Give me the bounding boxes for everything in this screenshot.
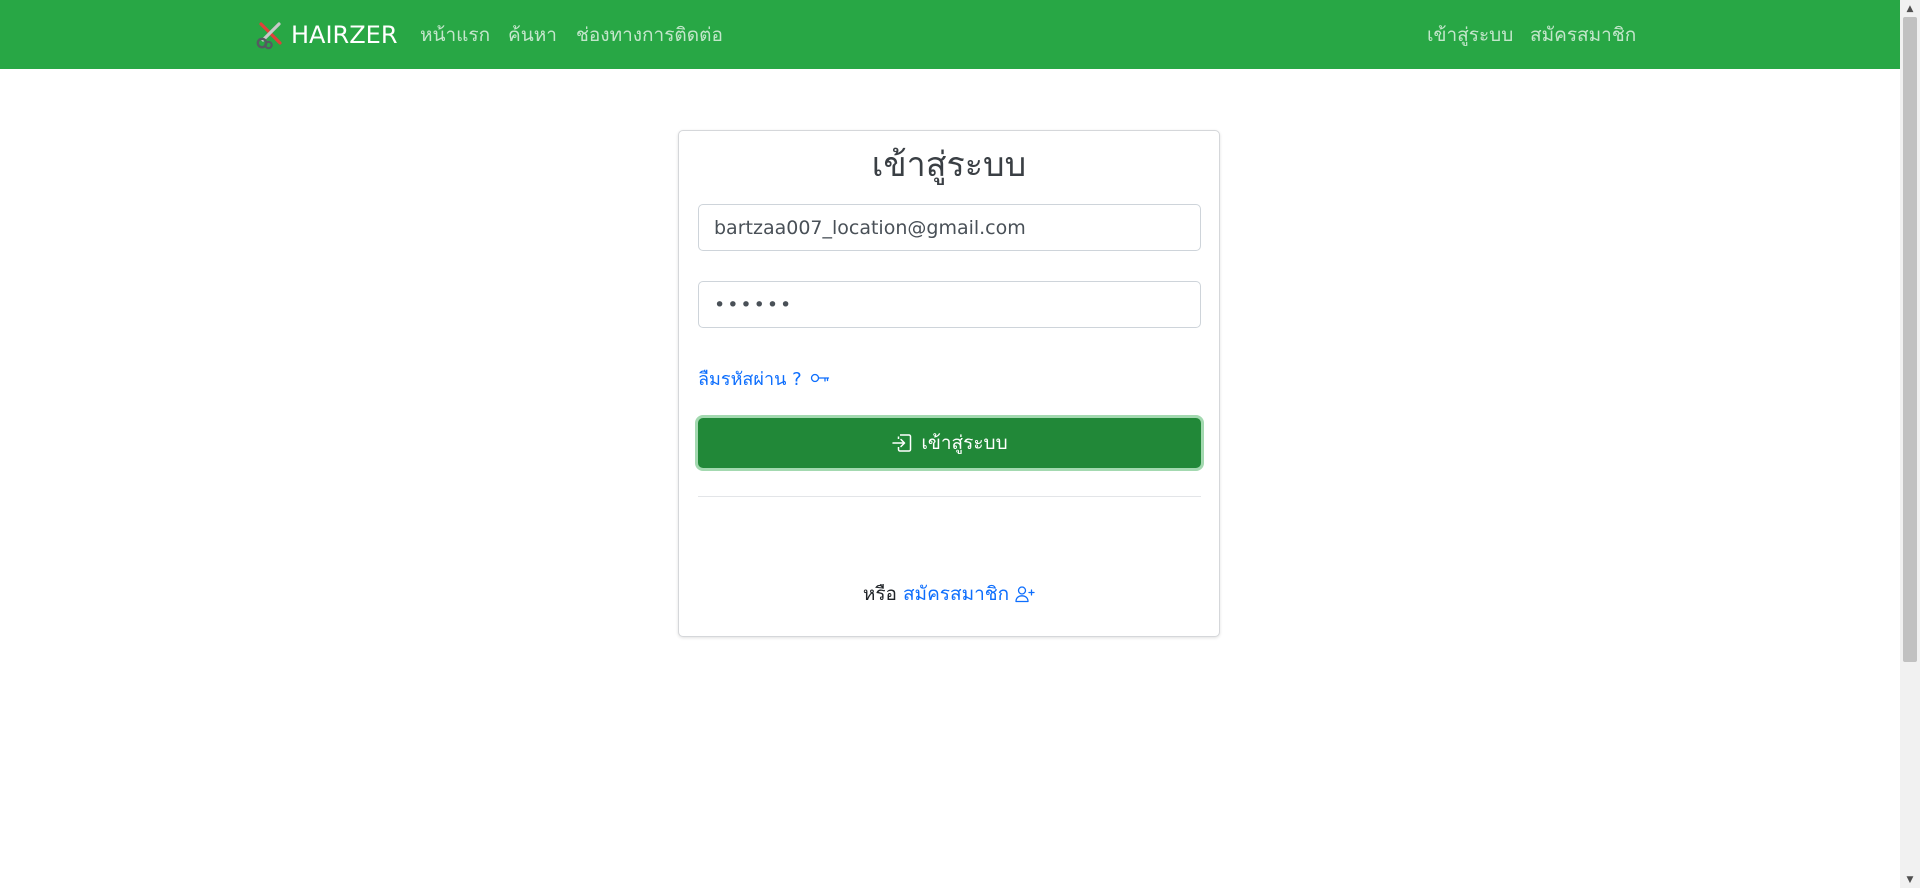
- register-link[interactable]: สมัครสมาชิก: [903, 579, 1035, 609]
- nav-link-search[interactable]: ค้นหา: [508, 0, 557, 69]
- password-field[interactable]: [698, 281, 1201, 328]
- login-card: เข้าสู่ระบบ ลืมรหัสผ่าน ? เข้าสู่ระบบ หร…: [678, 130, 1220, 637]
- nav-link-contact[interactable]: ช่องทางการติดต่อ: [576, 0, 723, 69]
- top-navbar: HAIRZER หน้าแรก ค้นหา ช่องทางการติดต่อ เ…: [0, 0, 1900, 69]
- vertical-scrollbar[interactable]: ▲ ▼: [1900, 0, 1920, 888]
- register-link-label: สมัครสมาชิก: [902, 583, 1010, 605]
- email-field[interactable]: [698, 204, 1201, 251]
- scroll-up-arrow-icon[interactable]: ▲: [1900, 0, 1920, 17]
- scissors-icon: [256, 21, 282, 49]
- scroll-down-arrow-icon[interactable]: ▼: [1900, 871, 1920, 888]
- register-prompt: หรือ สมัครสมาชิก: [679, 579, 1219, 609]
- login-title: เข้าสู่ระบบ: [871, 145, 1027, 185]
- nav-link-login[interactable]: เข้าสู่ระบบ: [1427, 0, 1513, 69]
- forgot-password-link[interactable]: ลืมรหัสผ่าน ?: [698, 363, 830, 393]
- key-icon: [810, 373, 829, 383]
- brand-logo-link[interactable]: HAIRZER: [255, 0, 398, 69]
- brand-name: HAIRZER: [291, 20, 398, 49]
- forgot-password-label: ลืมรหัสผ่าน ?: [698, 368, 802, 390]
- or-text: หรือ: [862, 583, 897, 605]
- nav-link-register[interactable]: สมัครสมาชิก: [1530, 0, 1636, 69]
- divider: [698, 496, 1201, 497]
- login-icon: [892, 434, 912, 452]
- login-button[interactable]: เข้าสู่ระบบ: [698, 418, 1201, 468]
- person-add-icon: [1015, 586, 1035, 603]
- nav-link-home[interactable]: หน้าแรก: [420, 0, 490, 69]
- login-button-label: เข้าสู่ระบบ: [921, 432, 1008, 454]
- scrollbar-thumb[interactable]: [1903, 17, 1917, 662]
